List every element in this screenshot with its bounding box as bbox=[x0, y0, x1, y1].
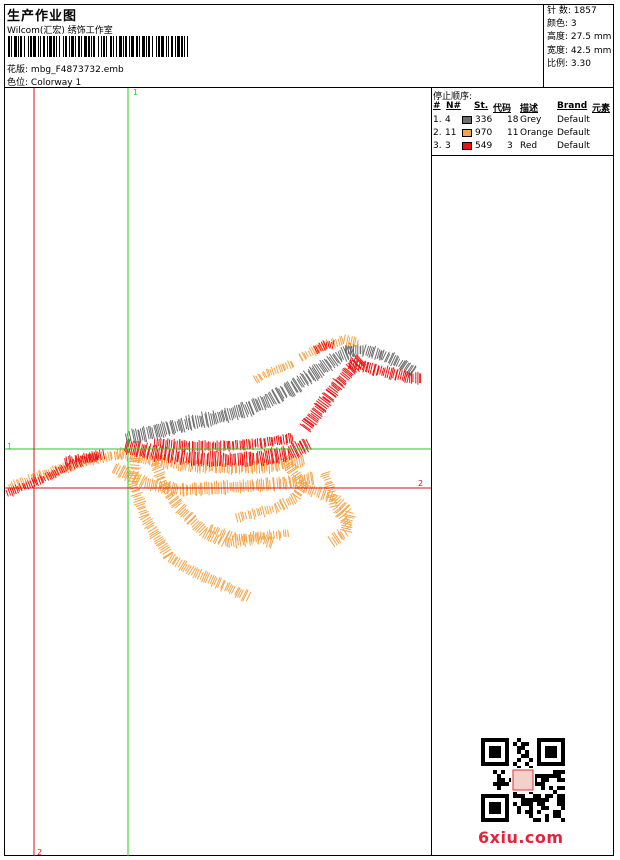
stat-height: 高度: 27.5 mm bbox=[547, 32, 612, 43]
col-header-stitches: St. bbox=[474, 101, 489, 111]
design-file-value: mbg_F4873732.emb bbox=[30, 65, 124, 75]
design-file: 花版: mbg_F4873732.emb bbox=[7, 62, 124, 75]
thread-swatch-grey bbox=[462, 116, 472, 124]
qr-code[interactable] bbox=[481, 738, 565, 822]
design-file-label: 花版: bbox=[7, 65, 29, 75]
design-stats: 针 数: 1857 颜色: 3 高度: 27.5 mm 宽度: 42.5 mm … bbox=[547, 5, 611, 71]
guide-label-h2: 2 bbox=[418, 479, 424, 488]
col-header-element: 元素 bbox=[592, 104, 611, 114]
col-header-code: 代码 bbox=[493, 104, 512, 114]
guide-label-v1: 1 bbox=[133, 88, 139, 97]
barcode bbox=[8, 36, 188, 57]
col-header-brand: Brand bbox=[557, 101, 588, 111]
stat-width: 宽度: 42.5 mm bbox=[547, 45, 612, 56]
col-header-desc: 描述 bbox=[520, 104, 539, 114]
thread-swatch-orange bbox=[462, 129, 472, 137]
guide-label-h1: 1 bbox=[7, 442, 13, 451]
stat-stitches: 针 数: 1857 bbox=[547, 6, 597, 16]
stop-row: 3. 3 549 3 Red Default bbox=[433, 141, 590, 151]
panel-table-divider bbox=[431, 155, 614, 156]
col-header-index: # bbox=[433, 101, 441, 111]
stat-colors: 颜色: 3 bbox=[547, 19, 577, 30]
stop-row: 2. 11 970 11 Orange Default bbox=[433, 128, 590, 138]
site-watermark: 6xiu.com bbox=[478, 828, 564, 847]
studio-subtitle: Wilcom(汇宏) 绣饰工作室 bbox=[7, 26, 113, 36]
stop-row: 1. 4 336 18 Grey Default bbox=[433, 115, 590, 125]
guide-label-v2: 2 bbox=[37, 848, 43, 857]
seal-icon bbox=[512, 769, 534, 791]
stat-scale: 比例: 3.30 bbox=[547, 58, 591, 69]
col-header-needle: N# bbox=[446, 101, 462, 111]
thread-swatch-red bbox=[462, 142, 472, 150]
panel-divider bbox=[431, 88, 432, 856]
design-canvas: 1 1 2 2 bbox=[5, 88, 431, 857]
page-title: 生产作业图 bbox=[7, 9, 78, 24]
header-divider-vertical bbox=[543, 4, 544, 88]
embroidery-preview bbox=[5, 88, 431, 856]
